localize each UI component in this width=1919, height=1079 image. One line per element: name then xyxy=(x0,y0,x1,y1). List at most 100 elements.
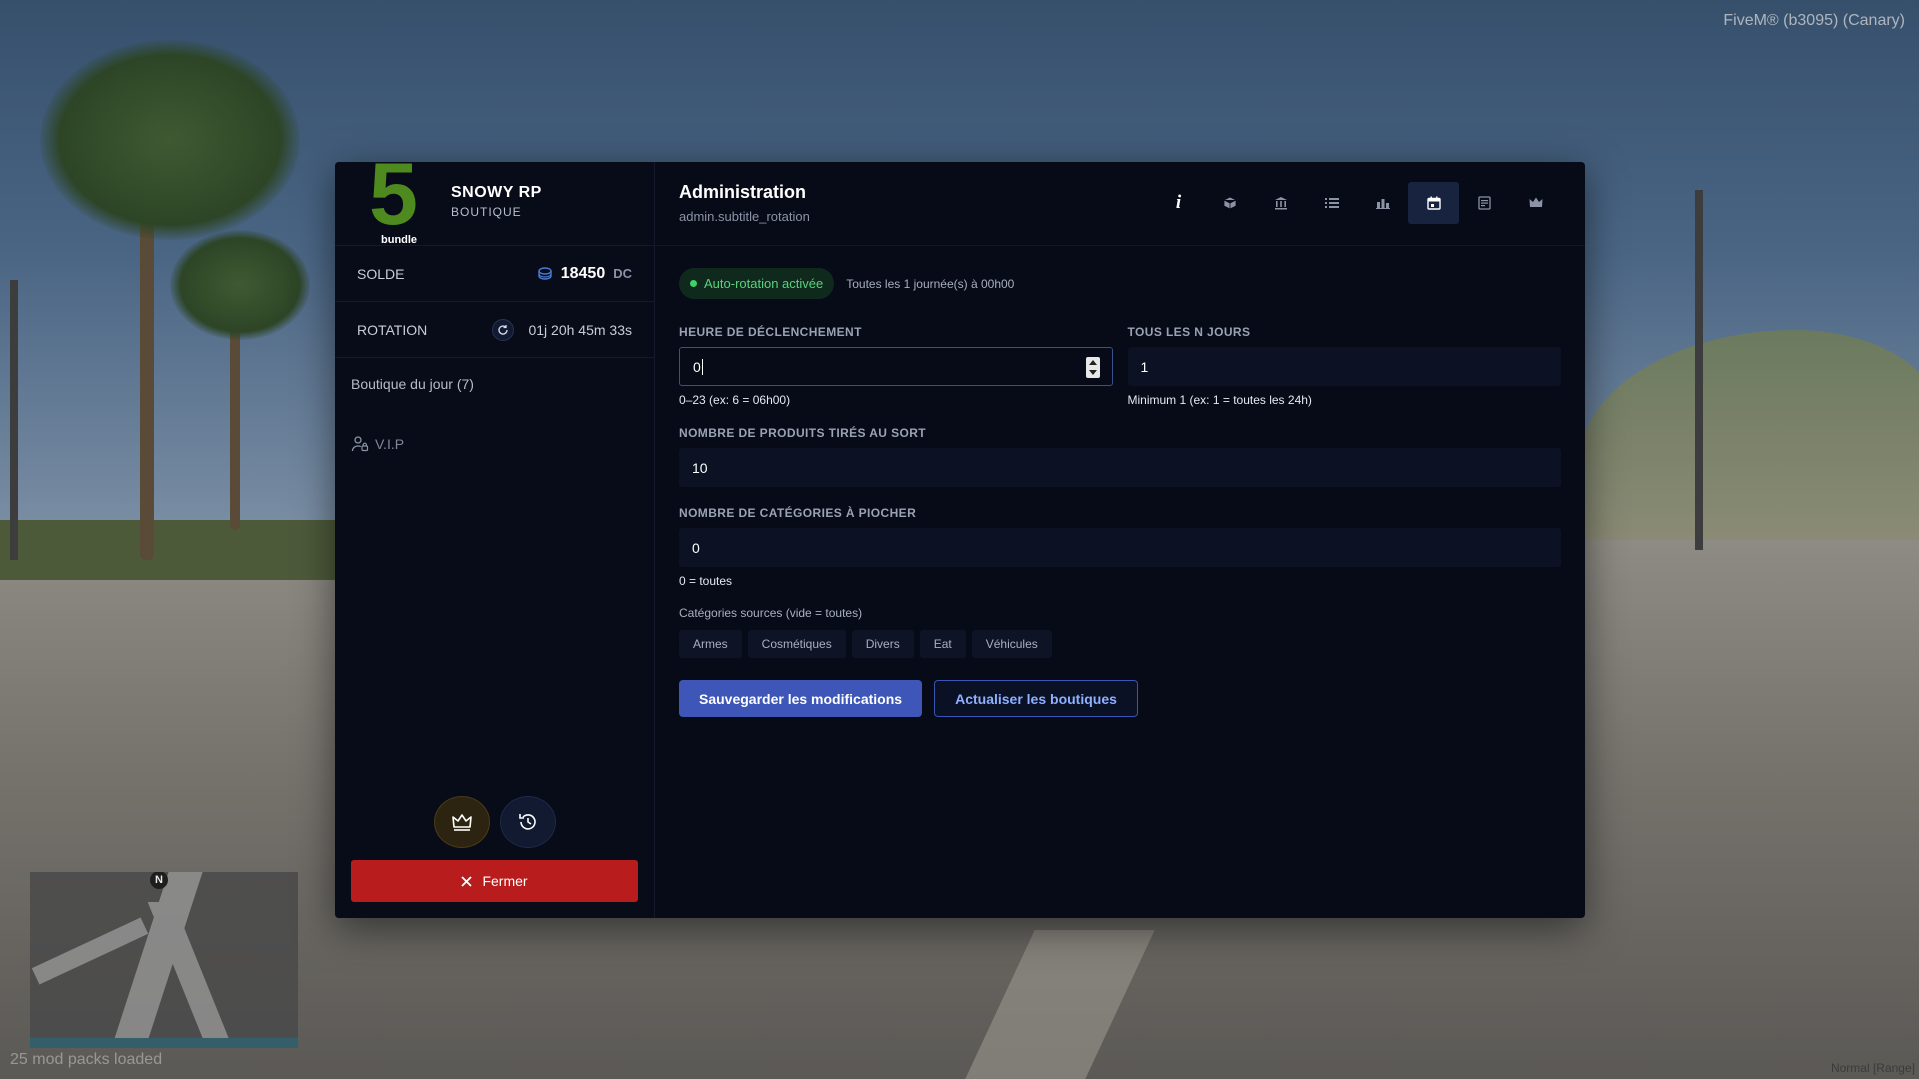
status-dot-icon xyxy=(690,280,697,287)
every-n-days-input[interactable]: 1 xyxy=(1127,347,1561,386)
server-subtitle: BOUTIQUE xyxy=(451,205,522,219)
chip-eat[interactable]: Eat xyxy=(919,630,966,658)
chip-vehicules[interactable]: Véhicules xyxy=(971,630,1052,658)
utility-pole xyxy=(10,280,18,560)
grass xyxy=(0,520,340,580)
trigger-hour-hint: 0–23 (ex: 6 = 06h00) xyxy=(679,393,791,407)
shop-of-day-label: Boutique du jour (7) xyxy=(351,376,474,392)
every-n-days-label: TOUS LES N JOURS xyxy=(1127,325,1251,339)
save-button[interactable]: Sauvegarder les modifications xyxy=(679,680,923,717)
brand-header: 5 bundle SNOWY RP BOUTIQUE xyxy=(335,162,654,246)
shop-panel: 5 bundle SNOWY RP BOUTIQUE SOLDE 18450 D… xyxy=(335,162,1585,918)
chart-icon xyxy=(1375,199,1390,209)
categories-count-label: NOMBRE DE CATÉGORIES À PIOCHER xyxy=(679,506,917,520)
crown-icon xyxy=(1529,197,1542,207)
minimap-road xyxy=(31,917,149,985)
every-n-days-value: 1 xyxy=(1140,358,1149,375)
chip-divers[interactable]: Divers xyxy=(851,630,914,658)
products-count-field: NOMBRE DE PRODUITS TIRÉS AU SORT 10 xyxy=(679,426,1561,487)
products-count-value: 10 xyxy=(692,459,708,476)
sidebar-footer: Fermer xyxy=(351,796,638,902)
calendar-icon xyxy=(1426,196,1441,210)
close-label: Fermer xyxy=(482,873,528,889)
sidebar-icon-buttons xyxy=(351,796,638,848)
status-row: Auto-rotation activée Toutes les 1 journ… xyxy=(679,268,1561,299)
trigger-hour-field: HEURE DE DÉCLENCHEMENT 0 0–23 (ex: 6 = 0… xyxy=(679,325,1113,407)
tab-products[interactable] xyxy=(1204,182,1255,224)
brand-text: SNOWY RP BOUTIQUE xyxy=(451,184,542,219)
rotation-row: ROTATION 01j 20h 45m 33s xyxy=(335,302,654,358)
logo-number: 5 xyxy=(369,162,418,243)
categories-count-value: 0 xyxy=(692,539,700,556)
tab-logs[interactable] xyxy=(1459,182,1510,224)
chip-cosmetiques[interactable]: Cosmétiques xyxy=(747,630,846,658)
minimap-health-bar xyxy=(30,1038,298,1048)
form-actions: Sauvegarder les modifications Actualiser… xyxy=(679,680,1561,717)
stepper-up-icon[interactable] xyxy=(1088,359,1097,365)
balance-label: SOLDE xyxy=(357,265,405,282)
bank-icon xyxy=(1274,197,1287,210)
every-n-days-hint: Minimum 1 (ex: 1 = toutes les 24h) xyxy=(1127,393,1312,407)
admin-main: Administration admin.subtitle_rotation i xyxy=(655,162,1585,918)
trigger-fields: HEURE DE DÉCLENCHEMENT 0 0–23 (ex: 6 = 0… xyxy=(679,325,1561,407)
products-count-label: NOMBRE DE PRODUITS TIRÉS AU SORT xyxy=(679,426,927,440)
mods-loaded-label: 25 mod packs loaded xyxy=(10,1051,163,1068)
products-count-input[interactable]: 10 xyxy=(679,448,1561,487)
server-logo: 5 bundle xyxy=(369,162,431,246)
tab-vip[interactable] xyxy=(1510,182,1561,224)
coins-icon xyxy=(538,266,552,280)
box-icon xyxy=(1223,196,1236,210)
mode-label: Normal [Range] xyxy=(1830,1061,1915,1075)
auto-rotation-label: Auto-rotation activée xyxy=(704,276,824,291)
user-lock-icon xyxy=(351,436,369,452)
text-caret xyxy=(701,358,703,375)
close-button[interactable]: Fermer xyxy=(351,860,638,902)
logo-word: bundle xyxy=(381,234,418,246)
fivem-build-label: FiveM® (b3095) (Canary) xyxy=(1723,12,1905,29)
utility-pole xyxy=(1695,190,1703,550)
rotation-schedule: Toutes les 1 journée(s) à 00h00 xyxy=(846,276,1015,291)
vip-label: V.I.P xyxy=(375,436,405,452)
rotation-label: ROTATION xyxy=(357,321,428,338)
trigger-hour-input[interactable]: 0 xyxy=(679,347,1113,386)
categories-count-hint: 0 = toutes xyxy=(679,574,733,588)
server-name: SNOWY RP xyxy=(451,184,542,201)
rotation-countdown: 01j 20h 45m 33s xyxy=(528,321,632,338)
balance-row: SOLDE 18450 DC xyxy=(335,246,654,302)
balance-value: 18450 xyxy=(560,264,606,282)
tab-bank[interactable] xyxy=(1255,182,1306,224)
crown-icon xyxy=(451,814,472,831)
trigger-hour-label: HEURE DE DÉCLENCHEMENT xyxy=(679,325,862,339)
palm-leaves xyxy=(40,40,300,240)
every-n-days-field: TOUS LES N JOURS 1 Minimum 1 (ex: 1 = to… xyxy=(1127,325,1561,407)
sidebar-item-vip[interactable]: V.I.P xyxy=(335,424,654,464)
categories-count-input[interactable]: 0 xyxy=(679,528,1561,567)
info-icon: i xyxy=(1175,192,1182,213)
minimap: N xyxy=(30,872,298,1048)
number-stepper[interactable] xyxy=(1085,357,1100,378)
rotation-settings: Auto-rotation activée Toutes les 1 journ… xyxy=(655,246,1585,739)
close-icon xyxy=(461,875,473,887)
stepper-down-icon[interactable] xyxy=(1088,370,1097,376)
balance-unit: DC xyxy=(613,266,632,281)
chip-armes[interactable]: Armes xyxy=(679,630,742,658)
list-icon xyxy=(1324,198,1339,208)
auto-rotation-badge: Auto-rotation activée xyxy=(679,268,835,299)
sidebar: 5 bundle SNOWY RP BOUTIQUE SOLDE 18450 D… xyxy=(335,162,655,918)
document-icon xyxy=(1478,196,1491,210)
history-button[interactable] xyxy=(499,796,556,848)
categories-count-field: NOMBRE DE CATÉGORIES À PIOCHER 0 0 = tou… xyxy=(679,506,1561,588)
rotation-refresh-icon xyxy=(492,318,515,341)
source-categories-label: Catégories sources (vide = toutes) xyxy=(679,606,863,620)
trigger-hour-value: 0 xyxy=(693,358,701,375)
tab-stats[interactable] xyxy=(1357,182,1408,224)
tab-list[interactable] xyxy=(1306,182,1357,224)
history-icon xyxy=(518,814,536,830)
admin-tabs: i xyxy=(1153,182,1561,224)
refresh-shops-button[interactable]: Actualiser les boutiques xyxy=(934,680,1138,717)
tab-info[interactable]: i xyxy=(1153,182,1204,224)
vip-crown-button[interactable] xyxy=(433,796,490,848)
admin-header: Administration admin.subtitle_rotation i xyxy=(655,162,1585,246)
sidebar-item-shop-of-day[interactable]: Boutique du jour (7) xyxy=(335,364,654,404)
tab-rotation[interactable] xyxy=(1408,182,1459,224)
